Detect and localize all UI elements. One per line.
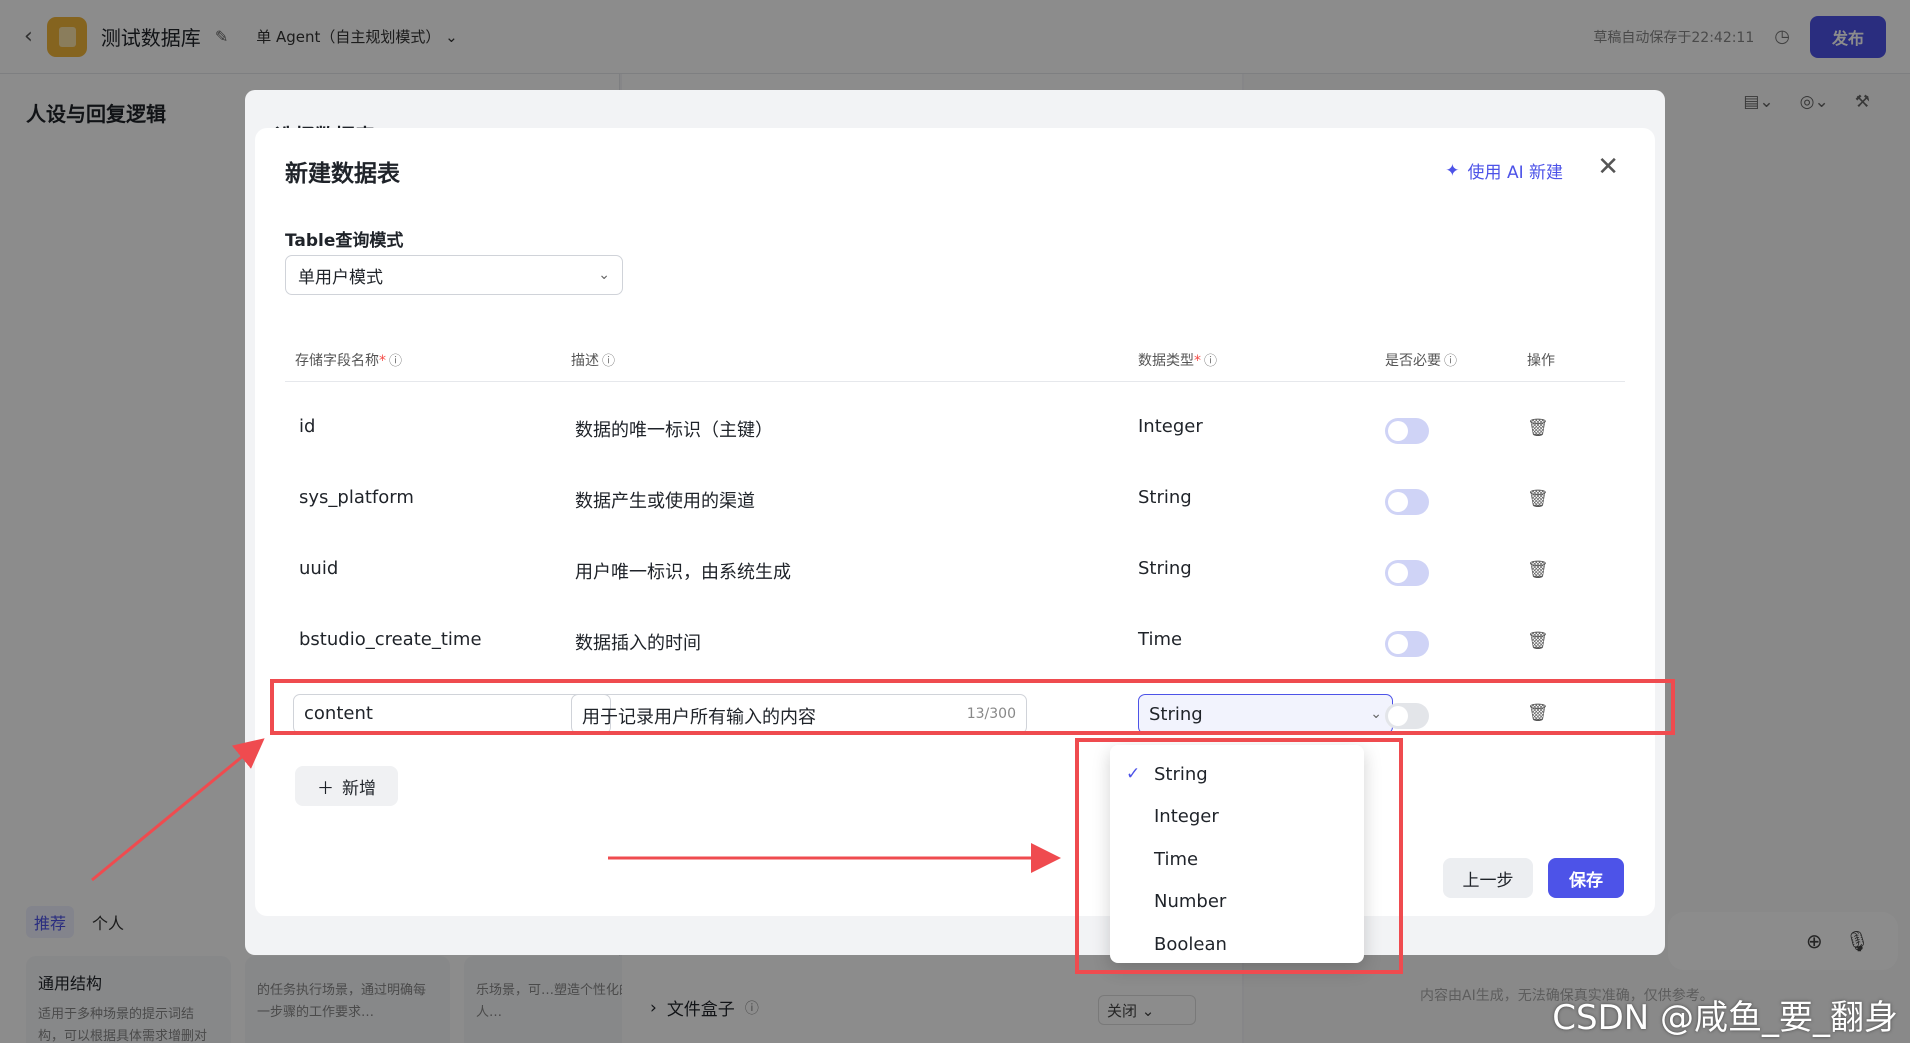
annotation-arrows <box>91 738 1061 882</box>
annotation-arrow-up <box>91 738 265 882</box>
watermark: CSDN @咸鱼_要_翻身 <box>1552 998 1898 1038</box>
